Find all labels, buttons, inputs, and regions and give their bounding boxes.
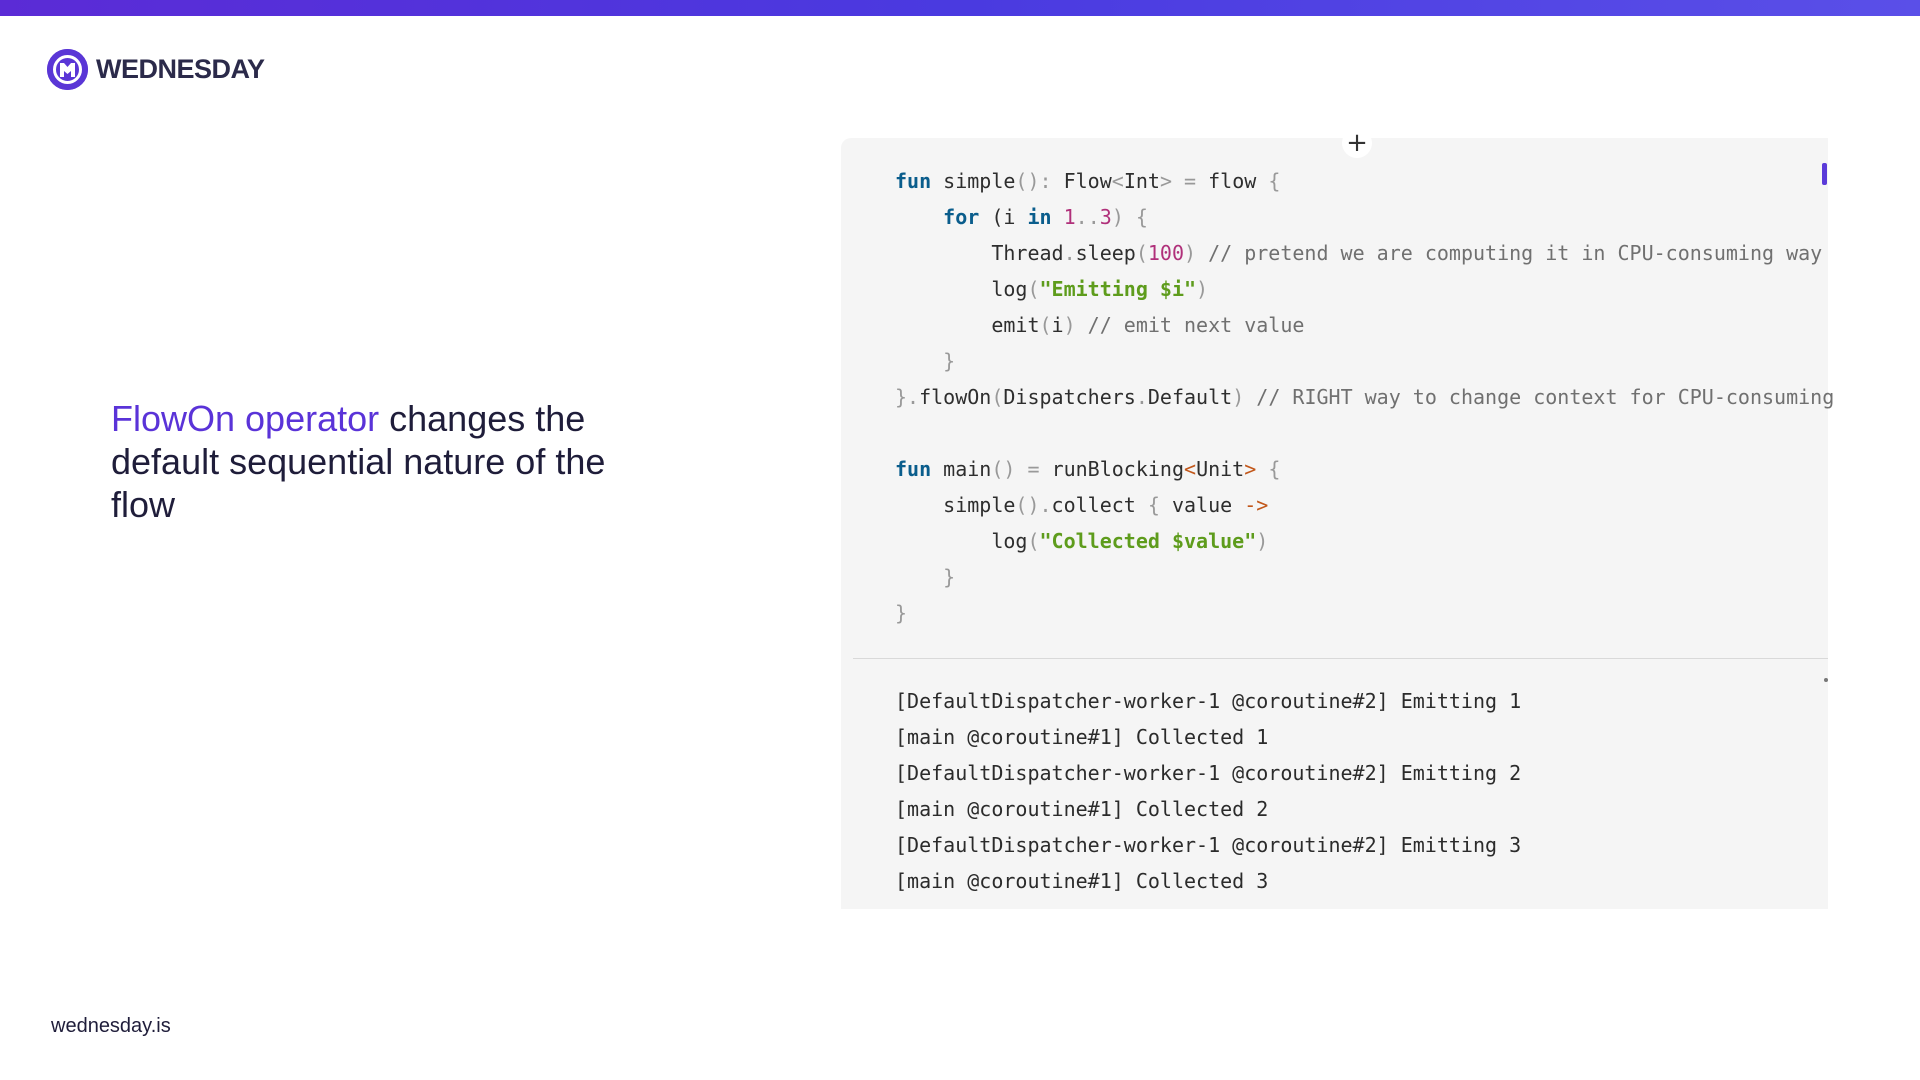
code-token: (). xyxy=(1015,493,1052,517)
code-token: ) xyxy=(1196,277,1209,301)
code-token: collect xyxy=(1051,493,1148,517)
code-line: } xyxy=(895,343,1834,379)
output-line: [main @coroutine#1] Collected 1 xyxy=(895,725,1269,749)
code-token: . xyxy=(1135,385,1148,409)
code-token: ( xyxy=(1027,529,1040,553)
code-token: sleep xyxy=(1075,241,1136,265)
code-token: 1 xyxy=(1063,205,1076,229)
code-token: > xyxy=(1159,169,1172,193)
code-token: ) xyxy=(1184,241,1197,265)
code-token: ( xyxy=(1039,313,1052,337)
code-token: Flow xyxy=(1051,169,1112,193)
code-token: in xyxy=(1027,205,1052,229)
code-token: } xyxy=(895,601,908,625)
output-line: [main @coroutine#1] Collected 3 xyxy=(895,869,1269,893)
code-token: { xyxy=(1256,457,1281,481)
code-line: fun main() = runBlocking<Unit> { xyxy=(895,451,1834,487)
code-token: }. xyxy=(895,385,920,409)
code-token: 3 xyxy=(1099,205,1112,229)
code-token: { xyxy=(1147,493,1160,517)
output-block: [DefaultDispatcher-worker-1 @coroutine#2… xyxy=(895,683,1521,899)
code-token: } xyxy=(895,565,956,589)
output-divider xyxy=(853,658,1828,659)
code-token: < xyxy=(1184,457,1197,481)
code-token: flow xyxy=(1208,169,1269,193)
code-token: i xyxy=(1003,205,1028,229)
code-line: log("Emitting $i") xyxy=(895,271,1834,307)
output-line: [DefaultDispatcher-worker-1 @coroutine#2… xyxy=(895,761,1522,785)
code-line: for (i in 1..3) { xyxy=(895,199,1834,235)
footer-url[interactable]: wednesday.is xyxy=(51,1015,171,1038)
code-token: ) xyxy=(1063,313,1076,337)
code-token: "Emitting $i" xyxy=(1039,277,1197,301)
code-token: Unit xyxy=(1196,457,1245,481)
code-token: } xyxy=(895,349,956,373)
code-token: ( xyxy=(991,385,1004,409)
code-token: fun xyxy=(895,169,932,193)
code-token: runBlocking xyxy=(1051,457,1185,481)
code-token: simple xyxy=(931,169,1016,193)
brand-logo[interactable]: WEDNESDAY xyxy=(47,47,265,91)
code-line: } xyxy=(895,559,1834,595)
code-token: // RIGHT way to change context for CPU-c… xyxy=(1244,385,1835,409)
code-token: simple xyxy=(895,493,1016,517)
code-line: emit(i) // emit next value xyxy=(895,307,1834,343)
code-line: simple().collect { value -> xyxy=(895,487,1834,523)
code-block: fun simple(): Flow<Int> = flow { for (i … xyxy=(895,163,1834,631)
code-token: (): xyxy=(1015,169,1052,193)
code-token: flowOn xyxy=(919,385,992,409)
output-line: [DefaultDispatcher-worker-1 @coroutine#2… xyxy=(895,833,1522,857)
headline-accent: FlowOn operator xyxy=(111,398,380,439)
code-token: = xyxy=(1171,169,1209,193)
output-line: [main @coroutine#1] Collected 2 xyxy=(895,797,1269,821)
code-token: Default xyxy=(1147,385,1233,409)
code-token: .. xyxy=(1075,205,1100,229)
code-token: Thread xyxy=(895,241,1064,265)
code-token: ) { xyxy=(1111,205,1148,229)
code-token: ( xyxy=(1135,241,1148,265)
code-token: ) xyxy=(1232,385,1245,409)
output-line: [DefaultDispatcher-worker-1 @coroutine#2… xyxy=(895,689,1522,713)
code-token: () xyxy=(991,457,1016,481)
brand-name: WEDNESDAY xyxy=(96,53,265,84)
code-line: }.flowOn(Dispatchers.Default) // RIGHT w… xyxy=(895,379,1834,415)
code-token: -> xyxy=(1244,493,1269,517)
code-token: emit xyxy=(895,313,1040,337)
code-token: // pretend we are computing it in CPU-co… xyxy=(1196,241,1823,265)
scroll-dot xyxy=(1824,678,1828,682)
code-token: "Collected $value" xyxy=(1039,529,1257,553)
code-token: 100 xyxy=(1147,241,1185,265)
code-token: ) xyxy=(1256,529,1269,553)
code-token: ( xyxy=(979,205,1004,229)
code-token: Dispatchers xyxy=(1003,385,1136,409)
code-token: log xyxy=(895,277,1028,301)
code-token: . xyxy=(1063,241,1076,265)
top-accent-bar xyxy=(0,0,1920,16)
code-token: for xyxy=(943,205,980,229)
code-token: i xyxy=(1051,313,1064,337)
code-token: ( xyxy=(1027,277,1040,301)
code-line: Thread.sleep(100) // pretend we are comp… xyxy=(895,235,1834,271)
code-token: value xyxy=(1159,493,1245,517)
code-token: > xyxy=(1244,457,1257,481)
code-token: < xyxy=(1111,169,1124,193)
code-token: Int xyxy=(1123,169,1160,193)
code-token: // emit next value xyxy=(1075,313,1305,337)
code-line: fun simple(): Flow<Int> = flow { xyxy=(895,163,1834,199)
code-token: = xyxy=(1015,457,1052,481)
code-token: main xyxy=(931,457,992,481)
slide-headline: FlowOn operator changes the default sequ… xyxy=(111,397,671,526)
code-line: log("Collected $value") xyxy=(895,523,1834,559)
code-line: } xyxy=(895,595,1834,631)
wednesday-logo-icon xyxy=(47,48,88,90)
code-token: log xyxy=(895,529,1028,553)
code-token: { xyxy=(1268,169,1281,193)
code-token: fun xyxy=(895,457,932,481)
plus-icon[interactable]: + xyxy=(1342,128,1372,158)
